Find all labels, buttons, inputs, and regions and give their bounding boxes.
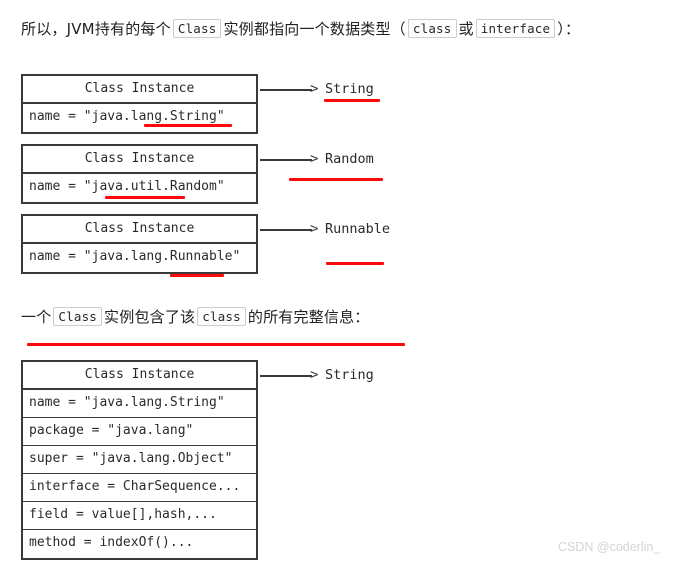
mid-text-3: 的所有完整信息：: [247, 308, 370, 326]
arrow-label-string: String: [325, 81, 374, 97]
arrow-label-string-detail: String: [325, 367, 374, 383]
box-field-field: field = value[],hash,...: [23, 502, 256, 530]
box-field-package: package = "java.lang": [23, 418, 256, 446]
intro-text-1: 所以，JVM持有的每个: [21, 20, 171, 38]
box-header: Class Instance: [23, 216, 256, 244]
arrow-head-icon: >: [310, 81, 319, 97]
intro-text-2: 实例都指向一个数据类型（: [223, 20, 406, 38]
annotation-underline-java-lang-runnable: [170, 274, 224, 277]
arrow-shaft: [260, 229, 312, 231]
inline-code-interface: interface: [475, 19, 556, 38]
arrow-shaft: [260, 375, 312, 377]
box-field-name: name = "java.lang.String": [29, 109, 225, 124]
box-header: Class Instance: [23, 146, 256, 174]
class-instance-box-runnable: Class Instance name = "java.lang.Runnabl…: [21, 214, 258, 274]
arrow-to-random: >: [260, 151, 322, 167]
arrow-to-string-detail: >: [260, 367, 322, 383]
annotation-underline-java-util-random: [105, 196, 185, 199]
inline-code-class-lower-2: class: [197, 307, 246, 326]
box-field-interface: interface = CharSequence...: [23, 474, 256, 502]
box-field-method: method = indexOf()...: [29, 535, 194, 550]
arrow-to-runnable: >: [260, 221, 322, 237]
annotation-underline-target-runnable: [326, 262, 384, 265]
annotation-underline-target-random: [289, 178, 383, 181]
class-instance-box-random: Class Instance name = "java.util.Random": [21, 144, 258, 204]
inline-code-class-lower: class: [407, 19, 457, 38]
arrow-label-runnable: Runnable: [325, 221, 391, 237]
box-field-name: name = "java.lang.String": [23, 390, 256, 418]
arrow-label-random: Random: [325, 151, 374, 167]
inline-code-class-upper: Class: [172, 19, 222, 38]
class-instance-box-detail: Class Instance name = "java.lang.String"…: [21, 360, 258, 560]
arrow-head-icon: >: [310, 151, 319, 167]
arrow-head-icon: >: [310, 367, 319, 383]
arrow-head-icon: >: [310, 221, 319, 237]
arrow-to-string: >: [260, 81, 322, 97]
watermark-label: CSDN @coderlin_: [558, 540, 661, 554]
intro-paragraph: 所以，JVM持有的每个 Class 实例都指向一个数据类型（ class 或 interf…: [21, 19, 580, 40]
annotation-underline-mid-paragraph: [27, 343, 405, 346]
arrow-shaft: [260, 89, 312, 91]
box-header: Class Instance: [23, 76, 256, 104]
arrow-shaft: [260, 159, 312, 161]
mid-paragraph: 一个 Class 实例包含了该 class 的所有完整信息：: [21, 307, 370, 328]
annotation-underline-target-string: [324, 99, 380, 102]
box-header: Class Instance: [23, 362, 256, 390]
mid-text-1: 一个: [21, 308, 52, 326]
annotation-underline-java-lang-string: [144, 124, 232, 127]
box-field-name: name = "java.lang.Runnable": [29, 249, 241, 264]
document-page: 所以，JVM持有的每个 Class 实例都指向一个数据类型（ class 或 interf…: [0, 0, 688, 566]
intro-text-3: 或: [458, 20, 474, 38]
inline-code-class-upper-2: Class: [53, 307, 103, 326]
mid-text-2: 实例包含了该: [104, 308, 196, 326]
box-field-super: super = "java.lang.Object": [23, 446, 256, 474]
intro-text-4: ）：: [557, 20, 581, 38]
